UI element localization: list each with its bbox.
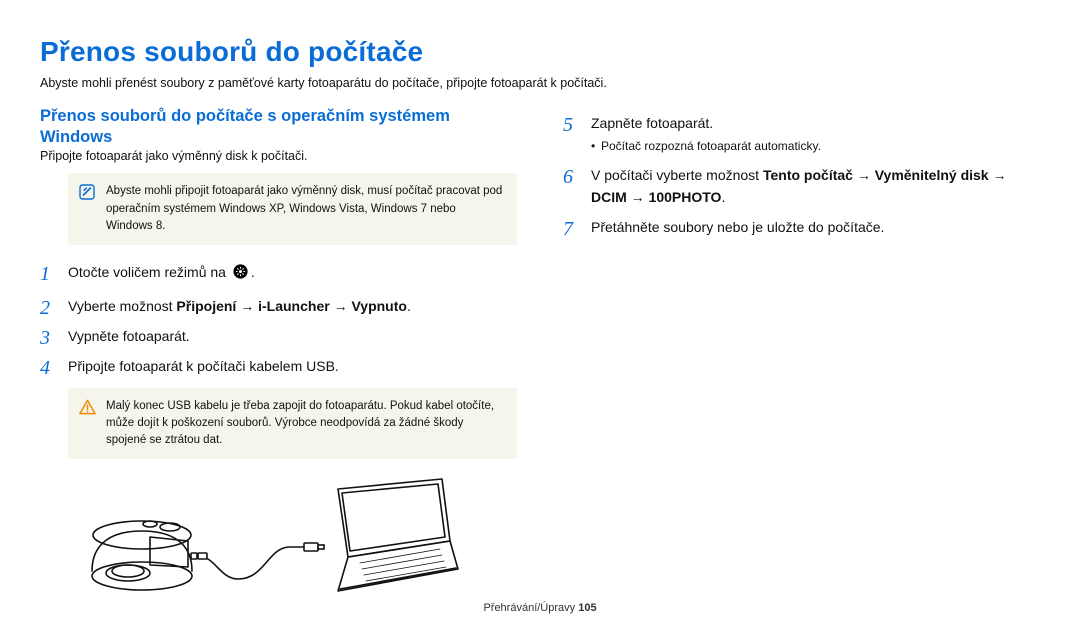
step-2-bold-2: i-Launcher	[258, 298, 330, 314]
step-number: 3	[40, 322, 50, 354]
section-heading-windows: Přenos souborů do počítače s operačním s…	[40, 106, 517, 147]
step-5-text: Zapněte fotoaparát.	[591, 115, 713, 131]
step-1-text-pre: Otočte voličem režimů na	[68, 264, 230, 280]
step-1: 1 Otočte voličem režimů na	[40, 261, 517, 286]
step-4-text: Připojte fotoaparát k počítači kabelem U…	[68, 358, 339, 374]
right-column: 5 Zapněte fotoaparát. Počítač rozpozná f…	[563, 104, 1040, 247]
step-6-post: .	[721, 189, 725, 205]
section-intro: Připojte fotoaparát jako výměnný disk k …	[40, 149, 517, 163]
step-4: 4 Připojte fotoaparát k počítači kabelem…	[40, 355, 517, 377]
step-number: 5	[563, 109, 573, 141]
step-6-b1: Tento počítač	[763, 167, 853, 183]
step-6-b4: 100PHOTO	[649, 189, 722, 205]
left-column: Přenos souborů do počítače s operačním s…	[40, 104, 517, 606]
footer-section: Přehrávání/Úpravy	[483, 602, 578, 614]
info-note: Abyste mohli připojit fotoaparát jako vý…	[68, 173, 517, 245]
step-1-text-post: .	[251, 264, 255, 280]
step-6-b2: Vyměnitelný disk	[875, 167, 989, 183]
page-title: Přenos souborů do počítače	[40, 36, 1040, 68]
step-3-text: Vypněte fotoaparát.	[68, 328, 190, 344]
step-2-pre: Vyberte možnost	[68, 298, 176, 314]
step-2-bold-1: Připojení	[176, 298, 236, 314]
warning-icon	[78, 398, 96, 415]
step-6-pre: V počítači vyberte možnost	[591, 167, 763, 183]
manual-page: Přenos souborů do počítače Abyste mohli …	[0, 0, 1080, 630]
step-number: 7	[563, 213, 573, 245]
step-5: 5 Zapněte fotoaparát. Počítač rozpozná f…	[563, 112, 1040, 156]
step-2-text: Vyberte možnost Připojení → i-Launcher →…	[68, 298, 411, 314]
page-intro: Abyste mohli přenést soubory z paměťové …	[40, 74, 1040, 92]
info-icon	[78, 183, 96, 200]
warning-note: Malý konec USB kabelu je třeba zapojit d…	[68, 388, 517, 460]
step-7-text: Přetáhněte soubory nebo je uložte do poč…	[591, 219, 884, 235]
step-2: 2 Vyberte možnost Připojení → i-Launcher…	[40, 295, 517, 317]
step-2-bold-3: Vypnuto	[351, 298, 406, 314]
step-6-b3: DCIM	[591, 189, 627, 205]
arrow-2: →	[330, 298, 352, 314]
step-6: 6 V počítači vyberte možnost Tento počít…	[563, 164, 1040, 209]
steps-list-right: 5 Zapněte fotoaparát. Počítač rozpozná f…	[563, 112, 1040, 239]
camera-to-laptop-illustration	[80, 471, 517, 606]
arrow: →	[989, 167, 1007, 183]
step-number: 6	[563, 161, 573, 193]
arrow: →	[627, 189, 649, 205]
two-column-layout: Přenos souborů do počítače s operačním s…	[40, 104, 1040, 606]
step-2-post: .	[407, 298, 411, 314]
step-number: 4	[40, 352, 50, 384]
warning-text: Malý konec USB kabelu je třeba zapojit d…	[106, 398, 503, 450]
steps-list-left: 1 Otočte voličem režimů na	[40, 261, 517, 378]
step-number: 2	[40, 292, 50, 324]
step-7: 7 Přetáhněte soubory nebo je uložte do p…	[563, 216, 1040, 238]
step-number: 1	[40, 258, 50, 290]
arrow: →	[853, 167, 875, 183]
info-note-text: Abyste mohli připojit fotoaparát jako vý…	[106, 183, 503, 235]
settings-mode-icon	[232, 263, 249, 286]
arrow-1: →	[236, 298, 258, 314]
page-footer: Přehrávání/Úpravy 105	[0, 602, 1080, 614]
step-6-text: V počítači vyberte možnost Tento počítač…	[591, 167, 1006, 205]
step-5-subbullet: Počítač rozpozná fotoaparát automaticky.	[591, 137, 1040, 156]
step-3: 3 Vypněte fotoaparát.	[40, 325, 517, 347]
footer-page-number: 105	[578, 602, 596, 614]
